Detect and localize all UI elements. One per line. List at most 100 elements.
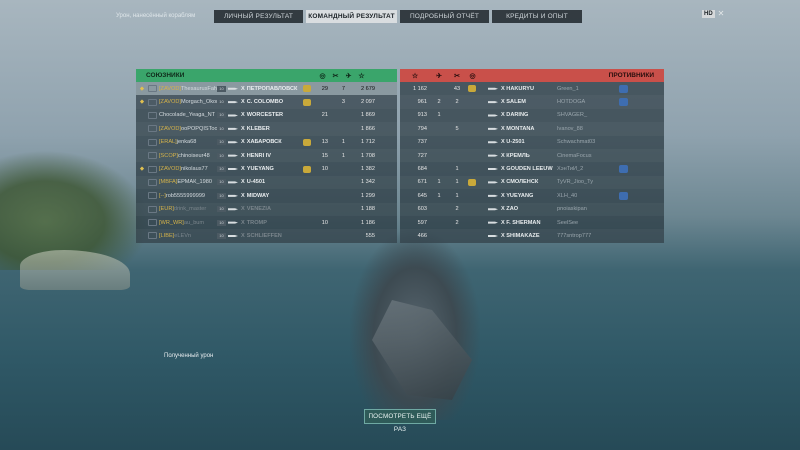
ally-row[interactable]: [MBFA]ЕРМАК_1980 10 X U-4501 1 342 xyxy=(136,176,397,189)
player-name[interactable]: [ZAVOD]ThesaurusFahm xyxy=(159,86,217,92)
ship-name[interactable]: X GOUDEN LEEUW xyxy=(501,166,557,172)
tab-credits-xp[interactable]: КРЕДИТЫ И ОПЫТ xyxy=(492,10,582,23)
rank-badge-icon xyxy=(148,152,157,160)
ally-row[interactable]: [EUR]drink_master 10 X VENEZIA 1 188 xyxy=(136,203,397,216)
enemy-row[interactable]: 1 162 43 X HAKURYŪ Green_1 xyxy=(400,82,664,95)
tab-team-result[interactable]: КОМАНДНЫЙ РЕЗУЛЬТАТ xyxy=(306,10,397,23)
player-name[interactable]: [EUR]drink_master xyxy=(159,206,217,212)
medal-icon xyxy=(303,98,311,106)
ship-name[interactable]: X КРЕМЛЬ xyxy=(501,153,557,159)
enemy-row[interactable]: 794 5 X MONTANA Ivanov_88 xyxy=(400,122,664,135)
player-name[interactable]: TyVR_Jioo_Ty xyxy=(557,179,617,185)
enemy-row[interactable]: 645 1 1 X YUEYANG XLH_40 xyxy=(400,189,664,202)
ship-name[interactable]: X YUEYANG xyxy=(241,166,301,172)
ally-row[interactable]: ◆ [ZAVOD]ThesaurusFahm10 XПЕТРОПАВЛОВСК 29 7… xyxy=(136,82,397,96)
ship-name[interactable]: X MIDWAY xyxy=(241,193,301,199)
player-name[interactable]: [--]rob5555999999 xyxy=(159,193,217,199)
ally-row[interactable]: [SCOP]chinoiseur48 10 X HENRI IV 15 1 1 708 xyxy=(136,149,397,162)
ship-name[interactable]: X WORCESTER xyxy=(241,112,301,118)
rank-badge-icon xyxy=(148,232,157,240)
enemy-row[interactable]: 913 1 X DARING SHVAGER_ xyxy=(400,109,664,122)
ship-name[interactable]: X F. SHERMAN xyxy=(501,220,557,226)
enemy-frags: 1 xyxy=(455,166,459,173)
ship-name[interactable]: X SCHLIEFFEN xyxy=(241,233,301,239)
ally-row[interactable]: [ZAVOD]ooPOPQISToo 10 X KLÉBER 1 866 xyxy=(136,122,397,135)
player-name[interactable]: ХэнТиИ_2 xyxy=(557,166,617,172)
enemy-row[interactable]: 603 2 X ZAO pnoiaskipan xyxy=(400,203,664,216)
player-name[interactable]: [ZAVOD]ooPOPQISToo xyxy=(159,126,217,132)
ship-name[interactable]: X U-4501 xyxy=(241,179,301,185)
ally-row[interactable]: [LIBE]eLEVn 10 X SCHLIEFFEN 555 xyxy=(136,229,397,242)
ship-name[interactable]: X KLÉBER xyxy=(241,126,301,132)
base-xp: 1 712 xyxy=(361,139,375,146)
ship-name-text: DARING xyxy=(506,112,529,119)
hd-badge[interactable]: HD xyxy=(702,10,715,18)
player-name[interactable]: 777sntrop777 xyxy=(557,233,617,239)
player-name[interactable]: SHVAGER_ xyxy=(557,112,617,118)
replay-button[interactable]: ПОСМОТРЕТЬ ЕЩЁ РАЗ xyxy=(364,409,436,433)
ship-tier: 10 xyxy=(217,85,226,92)
close-icon[interactable]: ✕ xyxy=(718,10,725,18)
enemy-frags: 2 xyxy=(455,219,459,226)
ship-name[interactable]: X HAKURYŪ xyxy=(501,86,557,92)
player-name[interactable]: XLH_40 xyxy=(557,193,617,199)
ally-row[interactable]: Chocolade_Yeaga_NT 10 X WORCESTER 21 1 869 xyxy=(136,109,397,122)
tab-personal-result[interactable]: ЛИЧНЫЙ РЕЗУЛЬТАТ xyxy=(214,10,303,23)
player-name[interactable]: [ERAL]jenka68 xyxy=(159,139,217,145)
player-name[interactable]: [LIBE]eLEVn xyxy=(159,233,217,239)
enemy-row[interactable]: 961 2 2 X SALEM HOTDOGA xyxy=(400,95,664,108)
ship-name[interactable]: X DARING xyxy=(501,112,557,118)
enemy-row[interactable]: 727 X КРЕМЛЬ CinemaFocus xyxy=(400,149,664,162)
ship-name-text: SALEM xyxy=(506,99,526,106)
player-name[interactable]: HOTDOGA xyxy=(557,99,617,105)
enemy-row[interactable]: 671 1 1 X СМОЛЕНСК TyVR_Jioo_Ty xyxy=(400,176,664,189)
player-name[interactable]: [SCOP]chinoiseur48 xyxy=(159,153,217,159)
ship-name[interactable]: X YUEYANG xyxy=(501,193,557,199)
player-name[interactable]: Green_1 xyxy=(557,86,617,92)
ship-name-text: MIDWAY xyxy=(246,192,270,199)
ship-name[interactable]: X U-2501 xyxy=(501,139,557,145)
ship-name[interactable]: X ПЕТРОПАВЛОВСК xyxy=(241,86,301,92)
ship-name[interactable]: X СМОЛЕНСК xyxy=(501,179,557,185)
player-name[interactable]: SeelSee xyxy=(557,220,617,226)
enemy-row[interactable]: 737 X U-2501 Schwachmat03 xyxy=(400,136,664,149)
frags-count: 29 xyxy=(321,85,328,92)
ship-name[interactable]: X C. COLOMBO xyxy=(241,99,301,105)
enemy-row[interactable]: 684 1 X GOUDEN LEEUW ХэнТиИ_2 xyxy=(400,162,664,175)
ally-row[interactable]: [ERAL]jenka68 10 X ХАБАРОВСК 13 1 1 712 xyxy=(136,136,397,149)
player-name[interactable]: Chocolade_Yeaga_NT xyxy=(159,112,217,118)
player-name[interactable]: Ivanov_88 xyxy=(557,126,617,132)
ship-tier: 10 xyxy=(217,166,226,173)
ship-name[interactable]: X VENEZIA xyxy=(241,206,301,212)
enemy-row[interactable]: 466 X SHIMAKAZE 777sntrop777 xyxy=(400,229,664,242)
player-name[interactable]: Schwachmat03 xyxy=(557,139,617,145)
ship-name[interactable]: X SALEM xyxy=(501,99,557,105)
ally-row[interactable]: ◆ [ZAVOD]nikolaus77 10 X YUEYANG 10 1 382 xyxy=(136,162,397,175)
ship-name[interactable]: X HENRI IV xyxy=(241,153,301,159)
player-nickname: ooPOPQISToo xyxy=(180,125,217,132)
ship-name[interactable]: X MONTANA xyxy=(501,126,557,132)
player-name[interactable]: [WR_WR]au_bum xyxy=(159,220,217,226)
ally-row[interactable]: ◆ [ZAVOD]Morgach_Okor 10 X C. COLOMBO 3 2 097 xyxy=(136,95,397,108)
ship-name[interactable]: X TROMP xyxy=(241,220,301,226)
player-name[interactable]: [ZAVOD]Morgach_Okor xyxy=(159,99,217,105)
rank-badge-icon xyxy=(148,219,157,227)
player-name[interactable]: CinemaFocus xyxy=(557,153,617,159)
player-name[interactable]: [MBFA]ЕРМАК_1980 xyxy=(159,179,217,185)
planes-count: 1 xyxy=(341,139,345,146)
medal-icon xyxy=(303,165,311,173)
player-name[interactable]: [ZAVOD]nikolaus77 xyxy=(159,166,217,172)
enemy-row[interactable]: 597 2 X F. SHERMAN SeelSee xyxy=(400,216,664,229)
xp-header-icon: ☆ xyxy=(358,72,365,80)
base-xp: 2 097 xyxy=(361,99,375,106)
ship-prefix: X xyxy=(241,179,245,186)
ally-row[interactable]: [--]rob5555999999 10 X MIDWAY 1 299 xyxy=(136,189,397,202)
ship-name[interactable]: X SHIMAKAZE xyxy=(501,233,557,239)
ship-name-text: СМОЛЕНСК xyxy=(506,179,539,186)
ship-name-text: TROMP xyxy=(246,219,267,226)
ally-row[interactable]: [WR_WR]au_bum 10 X TROMP 10 1 186 xyxy=(136,216,397,229)
ship-name[interactable]: X ХАБАРОВСК xyxy=(241,139,301,145)
tab-detailed-report[interactable]: ПОДРОБНЫЙ ОТЧЁТ xyxy=(400,10,489,23)
player-name[interactable]: pnoiaskipan xyxy=(557,206,617,212)
ship-name[interactable]: X ZAO xyxy=(501,206,557,212)
